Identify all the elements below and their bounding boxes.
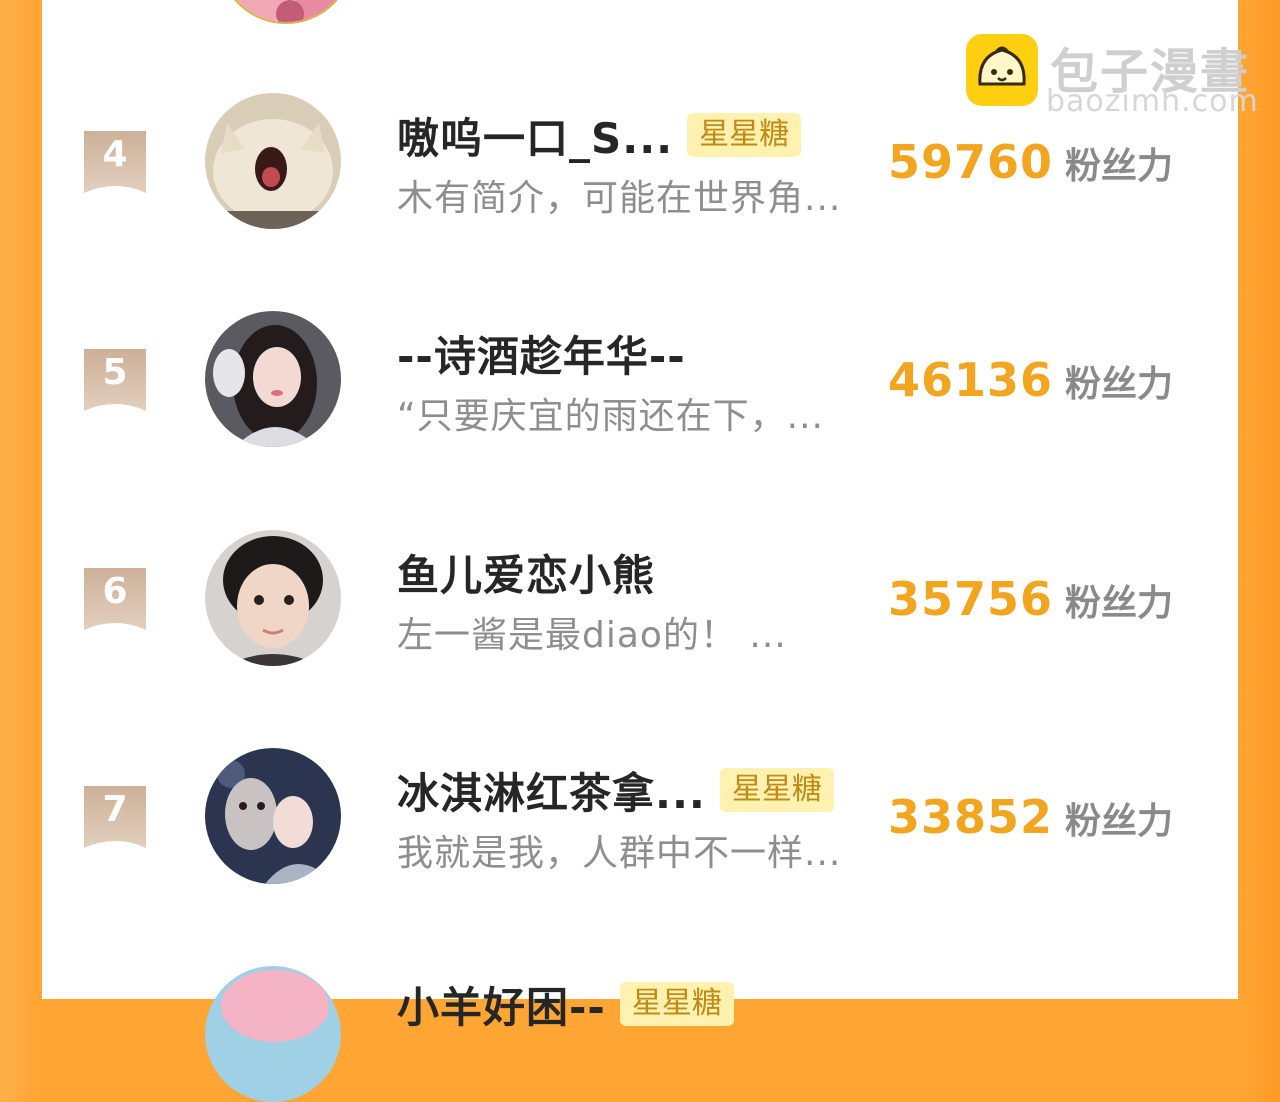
- star-candy-tag: 星星糖: [619, 982, 734, 1026]
- girl-headphones-avatar[interactable]: [205, 311, 341, 447]
- fans-unit: 粉丝力: [1065, 364, 1174, 405]
- watermark: 包子漫畫 baozimh.com: [966, 34, 1266, 119]
- rank-badge: 4: [84, 131, 146, 193]
- cat-avatar[interactable]: [205, 93, 341, 229]
- ranking-panel: 4 嗷呜一口_S... 星星糖 木有简介，可能在世界角... 59760 粉丝力: [42, 0, 1238, 1102]
- rank-number: 4: [102, 134, 128, 175]
- rank-badge: 6: [84, 568, 146, 630]
- user-name[interactable]: --诗酒趁年华--: [397, 323, 686, 384]
- user-name[interactable]: 冰淇淋红茶拿...: [397, 760, 706, 821]
- rank-badge: 7: [84, 786, 146, 848]
- rank-number: 6: [102, 571, 128, 612]
- user-name[interactable]: 小羊好困--: [397, 974, 606, 1035]
- boy-avatar[interactable]: [205, 530, 341, 666]
- star-candy-tag: 星星糖: [687, 113, 802, 157]
- fans-unit: 粉丝力: [1065, 146, 1174, 187]
- fans-unit: 粉丝力: [1065, 801, 1174, 842]
- bun-logo-icon: [966, 34, 1038, 106]
- user-name[interactable]: 嗷呜一口_S...: [397, 105, 673, 166]
- user-name[interactable]: 鱼儿爱恋小熊: [397, 542, 655, 603]
- fans-unit: 粉丝力: [1065, 583, 1174, 624]
- user-name-line: 冰淇淋红茶拿... 星星糖: [397, 766, 834, 818]
- fans-count: 35756: [888, 572, 1054, 626]
- next-row-avatar[interactable]: [205, 966, 341, 1102]
- user-name-line: 嗷呜一口_S... 星星糖: [397, 111, 802, 163]
- rank-number: 7: [102, 789, 128, 830]
- fans-count: 46136: [888, 353, 1054, 407]
- fans-power: 46136 粉丝力: [888, 353, 1173, 407]
- user-name-line: --诗酒趁年华--: [397, 329, 686, 381]
- ranking-row-partial[interactable]: 小羊好困-- 星星糖: [42, 966, 1238, 1102]
- rank-badge: 5: [84, 349, 146, 411]
- watermark-url: baozimh.com: [1046, 84, 1259, 119]
- star-candy-tag: 星星糖: [719, 768, 834, 812]
- fans-power: 35756 粉丝力: [888, 572, 1173, 626]
- fans-count: 59760: [888, 135, 1054, 189]
- previous-row-avatar[interactable]: [218, 0, 354, 24]
- user-bio: 我就是我，人群中不一样...: [397, 833, 842, 874]
- fans-count: 33852: [888, 790, 1054, 844]
- mask-girl-avatar[interactable]: [205, 748, 341, 884]
- user-bio: 木有简介，可能在世界角...: [397, 178, 842, 219]
- user-name-line: 小羊好困-- 星星糖: [397, 980, 734, 1032]
- fans-power: 59760 粉丝力: [888, 135, 1173, 189]
- ranking-row[interactable]: 6 鱼儿爱恋小熊 左一酱是最diao的！ ... 35756 粉丝力: [42, 530, 1238, 690]
- rank-number: 5: [102, 352, 128, 393]
- user-bio: “只要庆宜的雨还在下，...: [397, 396, 824, 437]
- user-bio: 左一酱是最diao的！ ...: [397, 615, 787, 656]
- ranking-row[interactable]: 7 冰淇淋红茶拿... 星星糖 我就是我，人群中不一样... 33852 粉丝力: [42, 748, 1238, 908]
- user-name-line: 鱼儿爱恋小熊: [397, 548, 655, 600]
- ranking-row[interactable]: 5 --诗酒趁年华-- “只要庆宜的雨还在下，... 46136 粉丝力: [42, 311, 1238, 471]
- fans-power: 33852 粉丝力: [888, 790, 1173, 844]
